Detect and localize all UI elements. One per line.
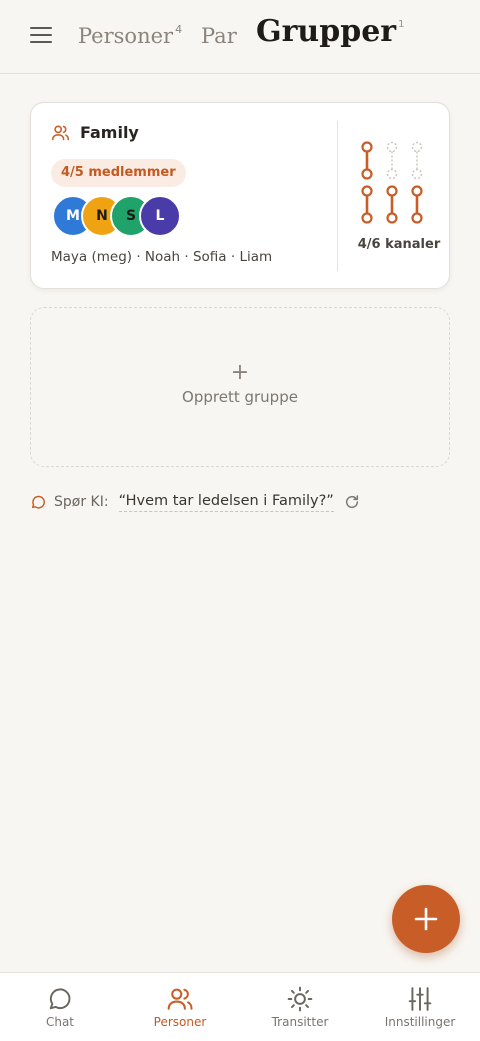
create-group-button[interactable]: + Opprett gruppe bbox=[30, 307, 450, 467]
tab-personer-count: 4 bbox=[175, 23, 183, 36]
sliders-icon bbox=[407, 986, 433, 1012]
group-card-family[interactable]: Family 4/5 medlemmer M N S L Maya (meg) … bbox=[30, 102, 450, 289]
nav-chat-label: Chat bbox=[45, 1015, 75, 1029]
tab-par[interactable]: Par bbox=[201, 20, 237, 52]
nav-chat[interactable]: Chat bbox=[0, 973, 120, 1041]
tab-personer[interactable]: Personer 4 bbox=[78, 20, 182, 56]
ask-ai-row: Spør KI: “Hvem tar ledelsen i Family?” bbox=[30, 490, 360, 514]
member-names: Maya (meg) · Noah · Sofia · Liam bbox=[51, 249, 273, 265]
nav-innstillinger-label: Innstillinger bbox=[384, 1015, 456, 1029]
card-divider bbox=[337, 121, 338, 271]
sun-icon bbox=[287, 986, 313, 1012]
top-header: Personer 4 Par Grupper 1 bbox=[0, 0, 480, 74]
ask-ai-suggestion[interactable]: “Hvem tar ledelsen i Family?” bbox=[118, 493, 334, 512]
add-fab-button[interactable] bbox=[392, 885, 460, 953]
channels-graph-icon bbox=[361, 141, 423, 224]
nav-transitter-label: Transitter bbox=[271, 1015, 329, 1029]
group-name: Family bbox=[80, 123, 139, 142]
create-group-label: Opprett gruppe bbox=[182, 388, 298, 406]
channel-1 bbox=[361, 141, 373, 180]
nav-personer[interactable]: Personer bbox=[120, 973, 240, 1041]
chat-icon bbox=[47, 986, 73, 1012]
ask-ai-label: Spør KI: bbox=[54, 494, 109, 510]
group-people-icon bbox=[51, 124, 70, 141]
hamburger-menu-icon[interactable] bbox=[30, 27, 52, 45]
plus-icon: + bbox=[230, 360, 250, 385]
channel-4 bbox=[411, 185, 423, 224]
plus-icon bbox=[414, 907, 438, 931]
tab-grupper[interactable]: Grupper 1 bbox=[256, 16, 404, 55]
refresh-icon[interactable] bbox=[344, 494, 360, 510]
tab-personer-label: Personer bbox=[78, 24, 174, 48]
member-count-badge: 4/5 medlemmer bbox=[51, 159, 186, 187]
channel-6 bbox=[411, 141, 423, 180]
nav-innstillinger[interactable]: Innstillinger bbox=[360, 973, 480, 1041]
channel-5 bbox=[386, 141, 398, 180]
channels-count: 4/6 kanaler bbox=[357, 237, 441, 252]
speech-bubble-icon bbox=[30, 494, 46, 510]
group-title: Family bbox=[51, 123, 139, 142]
avatar-l: L bbox=[139, 195, 181, 237]
tab-grupper-count: 1 bbox=[398, 19, 405, 30]
nav-personer-label: Personer bbox=[153, 1015, 207, 1029]
tab-grupper-label: Grupper bbox=[256, 14, 397, 49]
people-icon bbox=[166, 986, 194, 1012]
bottom-navigation: Chat Personer Transitter Innstillinger bbox=[0, 972, 480, 1041]
channel-2 bbox=[361, 185, 373, 224]
nav-transitter[interactable]: Transitter bbox=[240, 973, 360, 1041]
channel-3 bbox=[386, 185, 398, 224]
tab-par-label: Par bbox=[201, 24, 237, 48]
